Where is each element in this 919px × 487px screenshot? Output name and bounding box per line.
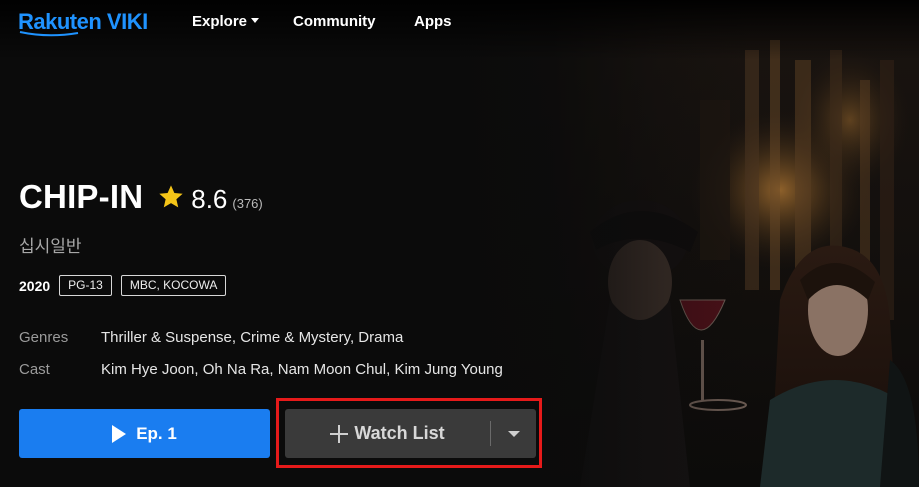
genres-value[interactable]: Thriller & Suspense, Crime & Mystery, Dr… <box>101 329 403 346</box>
star-icon <box>159 185 183 208</box>
watchlist-label: Watch List <box>354 423 445 443</box>
rating-score: 8.6 <box>191 184 228 214</box>
nav-explore-label: Explore <box>192 13 248 30</box>
show-title: CHIP-IN <box>19 178 144 215</box>
logo-swoosh-icon <box>19 31 79 37</box>
watchlist-button-group: Watch List <box>285 409 536 458</box>
rating-count: (376) <box>232 196 263 211</box>
show-meta-row: 2020 PG-13 MBC, KOCOWA <box>19 275 227 296</box>
genres-row: Genres Thriller & Suspense, Crime & Myste… <box>19 329 403 346</box>
network-badge: MBC, KOCOWA <box>120 275 227 296</box>
add-to-watchlist-button[interactable]: Watch List <box>285 409 490 458</box>
play-episode-label: Ep. 1 <box>136 423 177 443</box>
content-rating-badge: PG-13 <box>59 275 112 296</box>
cast-value[interactable]: Kim Hye Joon, Oh Na Ra, Nam Moon Chul, K… <box>101 361 503 378</box>
genres-label: Genres <box>19 329 69 346</box>
release-year: 2020 <box>19 277 51 294</box>
nav-community[interactable]: Community <box>293 12 376 32</box>
show-page: Rakuten VIKI Explore Community Apps CHIP… <box>0 0 919 487</box>
native-title: 십시일반 <box>19 237 82 256</box>
show-title-row: CHIP-IN 8.6 (376) <box>19 178 263 216</box>
play-episode-button[interactable]: Ep. 1 <box>19 409 270 458</box>
nav-apps[interactable]: Apps <box>414 12 452 32</box>
cast-label: Cast <box>19 361 50 378</box>
play-icon <box>112 424 127 443</box>
watchlist-dropdown-button[interactable] <box>491 409 536 458</box>
rakuten-viki-logo[interactable]: Rakuten VIKI <box>18 10 148 37</box>
chevron-down-icon <box>507 430 520 437</box>
caret-down-icon <box>251 17 260 23</box>
plus-icon <box>330 424 349 443</box>
cast-row: Cast Kim Hye Joon, Oh Na Ra, Nam Moon Chu… <box>19 361 503 378</box>
nav-explore[interactable]: Explore <box>192 12 260 32</box>
top-navigation: Rakuten VIKI Explore Community Apps <box>0 0 919 44</box>
